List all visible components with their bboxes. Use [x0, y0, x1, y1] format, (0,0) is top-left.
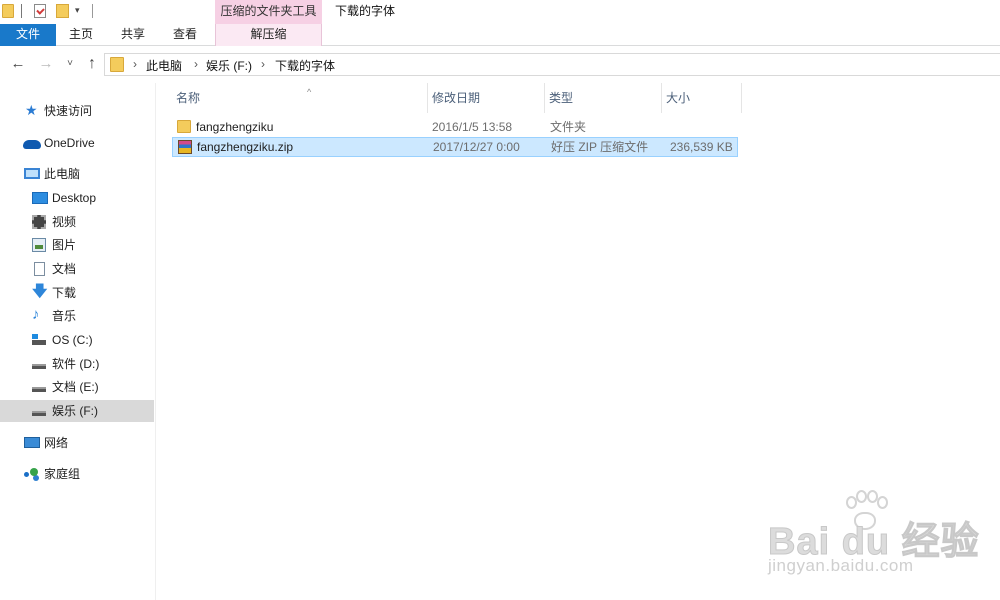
watermark-url: jingyan.baidu.com [768, 556, 914, 575]
tab-home[interactable]: 主页 [58, 24, 104, 46]
column-header-type[interactable]: 类型 [545, 83, 662, 113]
drive-icon [32, 364, 46, 369]
folder-icon [110, 57, 124, 72]
file-date-modified: 2017/12/27 0:00 [433, 140, 520, 154]
navigation-pane: ★ 快速访问 OneDrive 此电脑 Desktop 视频 图片 文档 🡇 下… [0, 83, 156, 600]
sidebar-item-label: 音乐 [52, 309, 77, 323]
drive-icon [32, 411, 46, 416]
sidebar-item-label: 下载 [52, 286, 77, 300]
up-button[interactable]: ↑ [82, 55, 102, 73]
drive-icon [32, 387, 46, 392]
file-date-modified: 2016/1/5 13:58 [432, 120, 513, 134]
back-button[interactable]: ← [8, 55, 28, 73]
sidebar-item-videos[interactable]: 视频 [0, 211, 154, 233]
sidebar-item-homegroup[interactable]: 家庭组 [0, 463, 154, 485]
sidebar-item-label: 娱乐 (F:) [52, 404, 98, 418]
sidebar-item-music[interactable]: ♪ 音乐 [0, 305, 154, 327]
download-icon: 🡇 [32, 283, 48, 300]
video-icon [32, 215, 46, 229]
tab-extract[interactable]: 解压缩 [215, 24, 322, 46]
sidebar-item-drive-f[interactable]: 娱乐 (F:) [0, 400, 154, 422]
paw-toe [877, 496, 888, 509]
file-name: fangzhengziku.zip [197, 140, 294, 154]
sidebar-item-drive-d[interactable]: 软件 (D:) [0, 353, 154, 375]
star-icon: ★ [25, 102, 38, 118]
file-type: 好压 ZIP 压缩文件 [551, 140, 649, 154]
file-name: fangzhengziku [196, 120, 274, 134]
tab-view[interactable]: 查看 [162, 24, 208, 46]
baidu-jingyan-watermark: Bai du 经验 jingyan.baidu.com [760, 490, 1000, 585]
folder-icon [177, 120, 191, 133]
sidebar-item-drive-c[interactable]: OS (C:) [0, 329, 154, 351]
documents-icon [34, 262, 45, 276]
sidebar-item-label: 软件 (D:) [52, 357, 100, 371]
column-header-name[interactable]: 名称 ^ [172, 83, 428, 113]
tab-file[interactable]: 文件 [0, 24, 56, 46]
paw-toe [856, 490, 867, 503]
sort-ascending-icon: ^ [307, 87, 312, 97]
address-bar[interactable]: › 此电脑 › 娱乐 (F:) › 下载的字体 [104, 53, 1000, 76]
title-bar: ▾ 压缩的文件夹工具 下载的字体 [0, 0, 1000, 24]
breadcrumb-separator[interactable]: › [133, 57, 137, 71]
sidebar-item-onedrive[interactable]: OneDrive [0, 132, 154, 154]
zip-archive-icon [178, 140, 192, 154]
window-title: 下载的字体 [335, 4, 396, 18]
context-tab-group-label: 压缩的文件夹工具 [215, 0, 322, 24]
recent-locations-button[interactable]: ˅ [63, 55, 77, 73]
new-folder-icon[interactable] [56, 4, 69, 18]
sidebar-item-pictures[interactable]: 图片 [0, 234, 154, 256]
pictures-icon [32, 238, 46, 252]
sidebar-item-label: 文档 (E:) [52, 380, 99, 394]
breadcrumb-this-pc[interactable]: 此电脑 [146, 57, 182, 74]
computer-icon [24, 168, 40, 179]
sidebar-item-label: 此电脑 [44, 167, 81, 181]
table-row[interactable]: fangzhengziku 2016/1/5 13:58 文件夹 [172, 117, 738, 137]
file-type: 文件夹 [550, 120, 587, 134]
breadcrumb-current-folder[interactable]: 下载的字体 [275, 57, 335, 74]
customize-toolbar-dropdown-icon[interactable]: ▾ [75, 6, 83, 15]
sidebar-item-label: 家庭组 [44, 467, 81, 481]
sidebar-item-downloads[interactable]: 🡇 下载 [0, 282, 154, 304]
sidebar-item-quick-access[interactable]: ★ 快速访问 [0, 100, 154, 122]
sidebar-item-this-pc[interactable]: 此电脑 [0, 163, 154, 185]
navigation-bar: ← → ˅ ↑ › 此电脑 › 娱乐 (F:) › 下载的字体 [0, 47, 1000, 83]
breadcrumb-separator[interactable]: › [194, 57, 198, 71]
column-header-date-modified[interactable]: 修改日期 [428, 83, 545, 113]
sidebar-item-label: Desktop [52, 191, 97, 205]
sidebar-item-label: 网络 [44, 436, 69, 450]
sidebar-item-drive-e[interactable]: 文档 (E:) [0, 376, 154, 398]
table-row[interactable]: fangzhengziku.zip 2017/12/27 0:00 好压 ZIP… [172, 137, 738, 157]
music-icon: ♪ [32, 306, 40, 323]
qat-separator [92, 4, 93, 18]
folder-icon[interactable] [2, 4, 14, 18]
qat-separator [21, 4, 22, 18]
network-icon [24, 437, 40, 448]
sidebar-item-desktop[interactable]: Desktop [0, 187, 154, 209]
sidebar-item-label: 视频 [52, 215, 77, 229]
homegroup-icon [24, 467, 40, 481]
column-headers: 名称 ^ 修改日期 类型 大小 [172, 83, 772, 113]
sidebar-item-label: 文档 [52, 262, 77, 276]
forward-button[interactable]: → [36, 55, 56, 73]
sidebar-item-label: OS (C:) [52, 333, 93, 347]
file-size: 236,539 KB [670, 140, 733, 154]
desktop-icon [32, 192, 48, 204]
sidebar-item-network[interactable]: 网络 [0, 432, 154, 454]
breadcrumb-separator[interactable]: › [261, 57, 265, 71]
sidebar-item-documents[interactable]: 文档 [0, 258, 154, 280]
sidebar-item-label: OneDrive [44, 136, 95, 150]
column-header-label: 名称 [176, 91, 201, 105]
column-header-size[interactable]: 大小 [662, 83, 742, 113]
sidebar-item-label: 图片 [52, 238, 77, 252]
breadcrumb-drive-f[interactable]: 娱乐 (F:) [206, 57, 252, 74]
sidebar-item-label: 快速访问 [44, 104, 93, 118]
properties-icon[interactable] [34, 4, 46, 18]
os-drive-icon [32, 334, 46, 345]
ribbon-tab-bar: 文件 主页 共享 查看 解压缩 [0, 24, 1000, 46]
cloud-icon [23, 140, 41, 149]
tab-share[interactable]: 共享 [110, 24, 156, 46]
